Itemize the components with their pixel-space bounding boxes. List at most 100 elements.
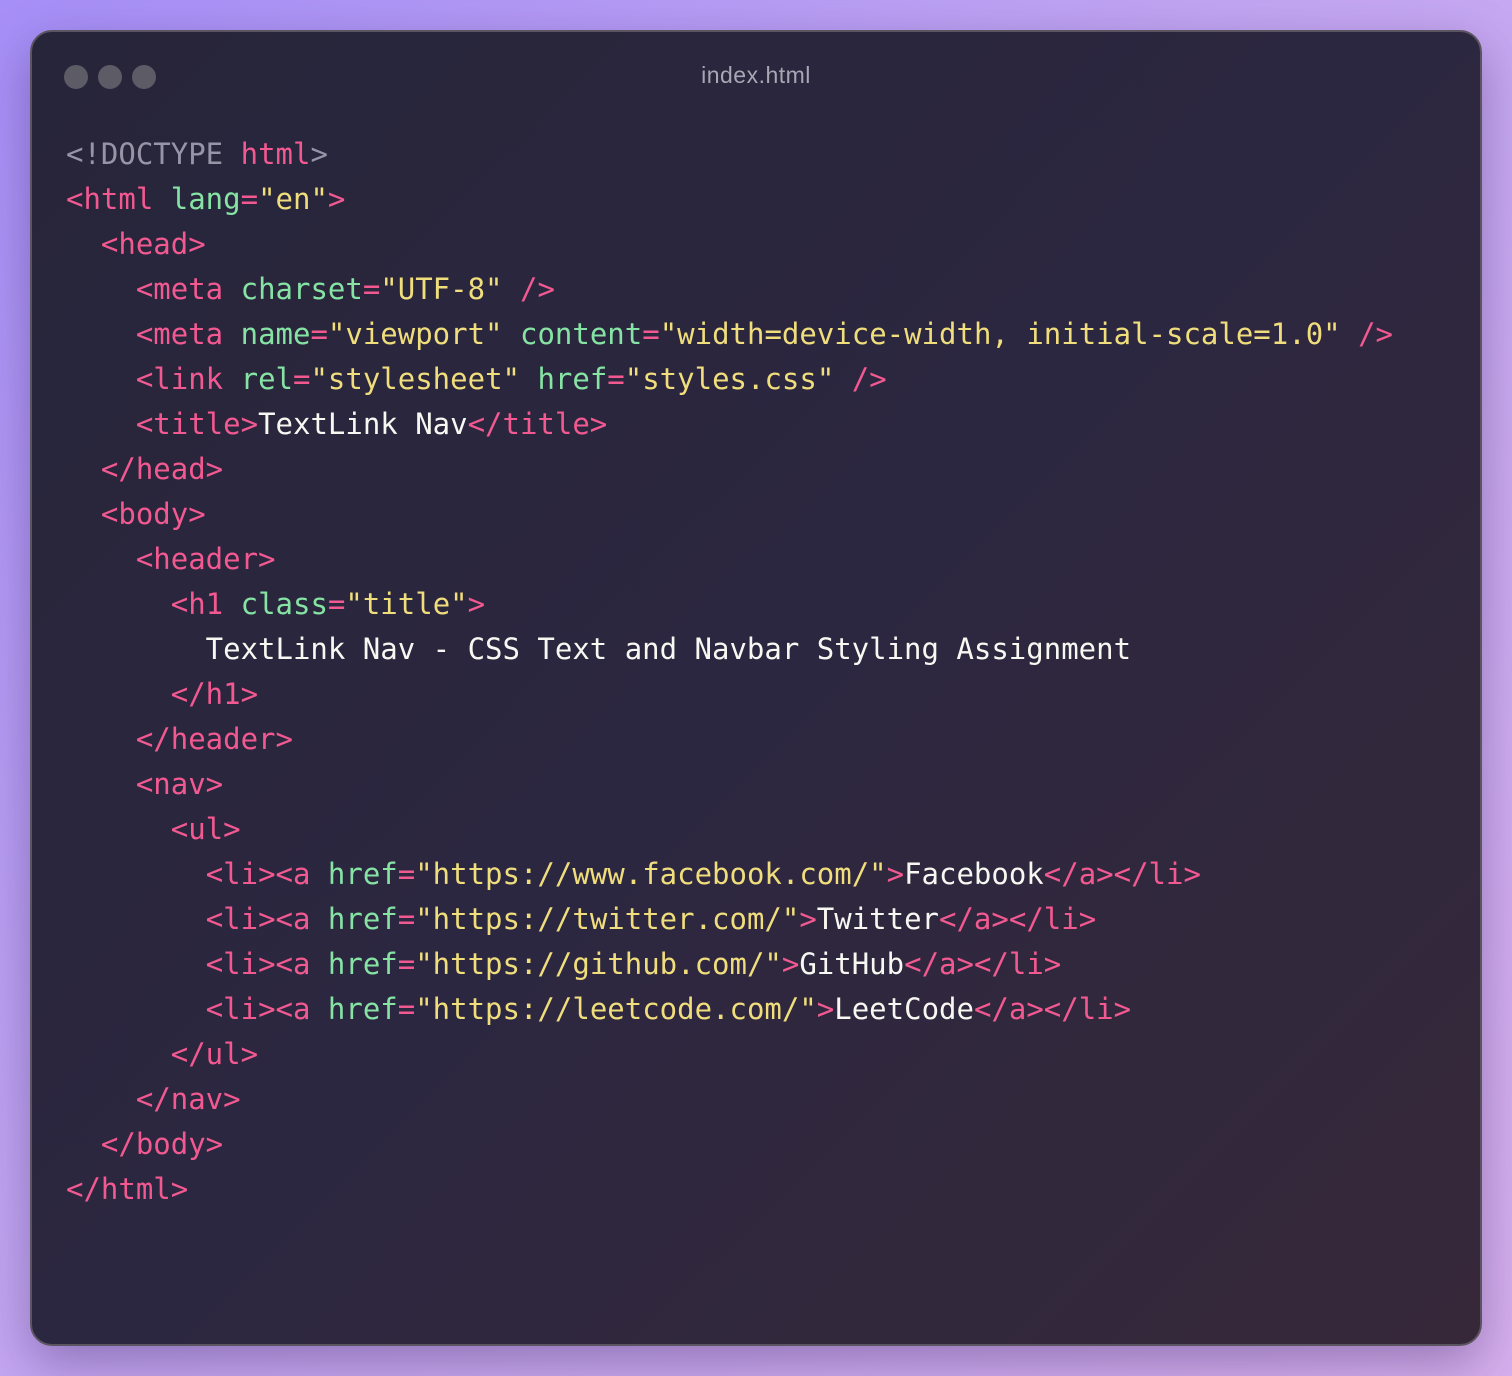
code-line: TextLink Nav - CSS Text and Navbar Styli…	[66, 627, 1393, 672]
code-token-str: "en"	[258, 182, 328, 216]
code-token-attr: href	[327, 992, 398, 1026]
code-line: <li><a href="https://leetcode.com/">Leet…	[66, 987, 1393, 1032]
code-token-punct: =	[362, 272, 381, 306]
code-token-tag: </head>	[100, 452, 224, 486]
code-token-punct: =	[397, 857, 416, 891]
code-token-text: TextLink Nav	[258, 407, 468, 441]
code-line: <title>TextLink Nav</title>	[66, 402, 1393, 447]
code-token-punct: =	[397, 902, 416, 936]
code-line: <meta charset="UTF-8" />	[66, 267, 1393, 312]
code-line: </html>	[66, 1167, 1393, 1212]
code-token-attr: lang	[170, 182, 241, 216]
code-line: </head>	[66, 447, 1393, 492]
code-token-tag: <li><a	[205, 947, 328, 981]
code-token-tag: <h1	[170, 587, 241, 621]
code-token-tag: >	[781, 947, 800, 981]
code-line: <li><a href="https://twitter.com/">Twitt…	[66, 897, 1393, 942]
code-line: </nav>	[66, 1077, 1393, 1122]
code-token-tag: </header>	[135, 722, 293, 756]
code-token-tag: </body>	[100, 1127, 224, 1161]
code-window: index.html <!DOCTYPE html> <html lang="en…	[30, 30, 1482, 1346]
code-token-tag: <head>	[100, 227, 206, 261]
code-token-tag: </a></li>	[904, 947, 1062, 981]
code-token-tag: <meta	[135, 317, 241, 351]
code-line: <!DOCTYPE html>	[66, 132, 1393, 177]
code-token-tag: </h1>	[170, 677, 259, 711]
code-line: </h1>	[66, 672, 1393, 717]
code-token-tag: <li><a	[205, 992, 328, 1026]
code-token-doctype: <!DOCTYPE	[66, 137, 241, 171]
code-token-punct: =	[240, 182, 259, 216]
code-token-str: "stylesheet"	[310, 362, 520, 396]
code-token-punct: =	[327, 587, 346, 621]
code-token-tag: <li><a	[205, 857, 328, 891]
code-token-tag: <html	[66, 182, 171, 216]
code-token-tag: html	[240, 137, 311, 171]
code-token-attr: href	[327, 947, 398, 981]
code-token-text: GitHub	[799, 947, 905, 981]
code-token-text: Facebook	[904, 857, 1044, 891]
code-token-tag: </a></li>	[973, 992, 1132, 1026]
code-token-attr: href	[327, 857, 398, 891]
code-token-attr: class	[240, 587, 328, 621]
code-token-tag: >	[327, 182, 346, 216]
code-token-attr: content	[520, 317, 643, 351]
code-token-str: "width=device-width, initial-scale=1.0"	[659, 317, 1341, 351]
code-token-tag: </ul>	[170, 1037, 259, 1071]
code-token-tag: <header>	[135, 542, 276, 576]
code-token-tag: <meta	[135, 272, 241, 306]
code-token-str: "styles.css"	[624, 362, 835, 396]
code-token-punct: =	[397, 992, 416, 1026]
code-token-attr: href	[327, 902, 398, 936]
code-token-str: "title"	[345, 587, 468, 621]
code-token-str: "https://github.com/"	[415, 947, 782, 981]
code-line: <head>	[66, 222, 1393, 267]
code-line: </header>	[66, 717, 1393, 762]
code-token-punct: =	[607, 362, 625, 396]
window-titlebar: index.html	[32, 32, 1480, 122]
code-token-attr: rel	[240, 362, 293, 396]
code-line: <li><a href="https://www.facebook.com/">…	[66, 852, 1393, 897]
code-block[interactable]: <!DOCTYPE html> <html lang="en"> <head> <…	[66, 132, 1393, 1212]
code-line: <h1 class="title">	[66, 582, 1393, 627]
code-line: <meta name="viewport" content="width=dev…	[66, 312, 1393, 357]
code-line: <ul>	[66, 807, 1393, 852]
code-token-attr: name	[240, 317, 311, 351]
code-token-tag: </nav>	[135, 1082, 241, 1116]
window-title: index.html	[701, 62, 811, 88]
code-token-tag: />	[519, 272, 555, 306]
code-line: <nav>	[66, 762, 1393, 807]
code-token-tag: </html>	[66, 1172, 189, 1206]
code-token-punct: =	[397, 947, 416, 981]
code-token-tag: </title>	[467, 407, 608, 441]
code-token-str: "https://twitter.com/"	[415, 902, 800, 936]
code-token-tag: >	[816, 992, 835, 1026]
code-token-tag: >	[467, 587, 486, 621]
code-token-str: "viewport"	[327, 317, 503, 351]
code-token-attr: href	[537, 362, 608, 396]
code-line: </ul>	[66, 1032, 1393, 1077]
code-line: <header>	[66, 537, 1393, 582]
code-token-str: "UTF-8"	[380, 272, 503, 306]
code-token-text: Twitter	[816, 902, 940, 936]
code-token-tag: <link	[135, 362, 241, 396]
